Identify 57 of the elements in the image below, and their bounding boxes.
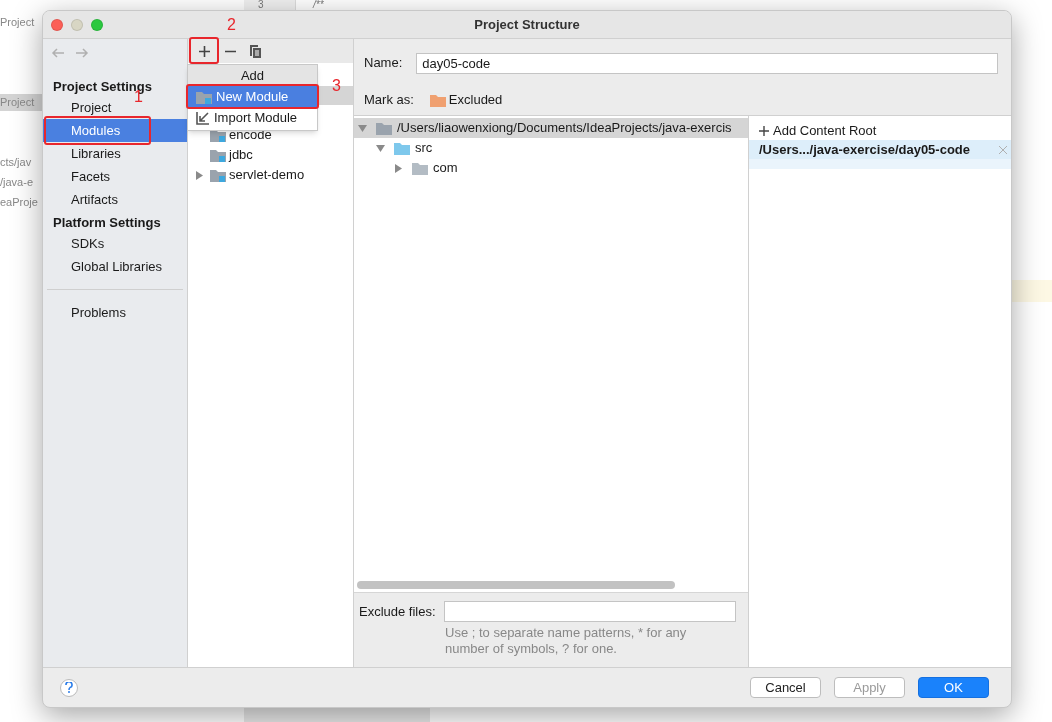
sidebar-item[interactable]: Modules <box>43 119 187 142</box>
plus-icon <box>198 45 210 57</box>
name-field[interactable]: day05-code <box>416 52 998 74</box>
folder-icon <box>376 121 392 135</box>
copy-button[interactable] <box>248 43 264 59</box>
field-label: Exclude files: <box>359 602 436 621</box>
forward-arrow-icon <box>75 48 89 58</box>
hint-text: Use ; to separate name patterns, * for any number of symbols, ? for one. <box>444 624 688 658</box>
add-content-root-button[interactable]: Add Content Root <box>749 121 1011 140</box>
sidebar-item[interactable]: Global Libraries <box>43 255 187 278</box>
annotation-number: 2 <box>227 17 236 33</box>
scrollbar[interactable] <box>357 581 675 589</box>
zoom-button[interactable] <box>91 19 103 31</box>
module-name[interactable]: jdbc <box>229 145 253 165</box>
line-highlight <box>1012 280 1052 302</box>
import-icon <box>196 110 210 125</box>
background-text: eaProje <box>0 195 39 210</box>
add-button[interactable] <box>196 43 212 59</box>
annotation-box <box>189 37 219 64</box>
folder-icon <box>394 141 410 155</box>
exclude-files-field[interactable] <box>443 601 736 622</box>
module-folder-icon <box>196 89 212 104</box>
background-text: Project <box>0 15 36 30</box>
menu-item[interactable]: New Module <box>188 86 317 107</box>
back-arrow-icon <box>51 48 65 58</box>
field-label: Mark as: <box>364 91 414 110</box>
close-icon <box>999 145 1007 154</box>
line-number: 3 <box>258 0 264 10</box>
window-title: Project Structure <box>474 15 580 34</box>
menu-item[interactable]: Import Module <box>188 107 317 128</box>
copy-icon <box>250 44 262 58</box>
background-text: cts/jav <box>0 155 33 170</box>
field-label: Name: <box>364 54 403 73</box>
module-name[interactable]: servlet-demo <box>229 165 305 185</box>
dialog-button[interactable]: OK <box>918 677 989 698</box>
folder-icon <box>412 161 428 175</box>
background-text: Project <box>0 94 42 111</box>
tree-item[interactable]: src <box>415 138 433 158</box>
close-button[interactable] <box>51 19 63 31</box>
background-text: /java-e <box>0 175 35 190</box>
sidebar-item[interactable]: Artifacts <box>43 188 187 211</box>
sidebar-item[interactable]: Libraries <box>43 142 187 165</box>
section-heading: Platform Settings <box>52 213 162 232</box>
module-folder-icon <box>210 148 226 162</box>
tree-item[interactable]: com <box>433 158 458 178</box>
sidebar-item[interactable]: Facets <box>43 165 187 188</box>
code-comment: /** <box>313 0 324 10</box>
question-icon <box>65 682 73 693</box>
excluded-button[interactable]: Excluded <box>429 90 503 110</box>
annotation-number: 3 <box>332 78 341 94</box>
sidebar-item[interactable]: SDKs <box>43 232 187 255</box>
sidebar-item[interactable]: Problems <box>43 301 187 324</box>
help-button[interactable] <box>60 678 78 697</box>
dialog-button[interactable]: Cancel <box>750 677 821 698</box>
plus-icon <box>759 125 769 136</box>
module-folder-icon <box>210 168 226 182</box>
menu-header: Add <box>188 65 317 86</box>
